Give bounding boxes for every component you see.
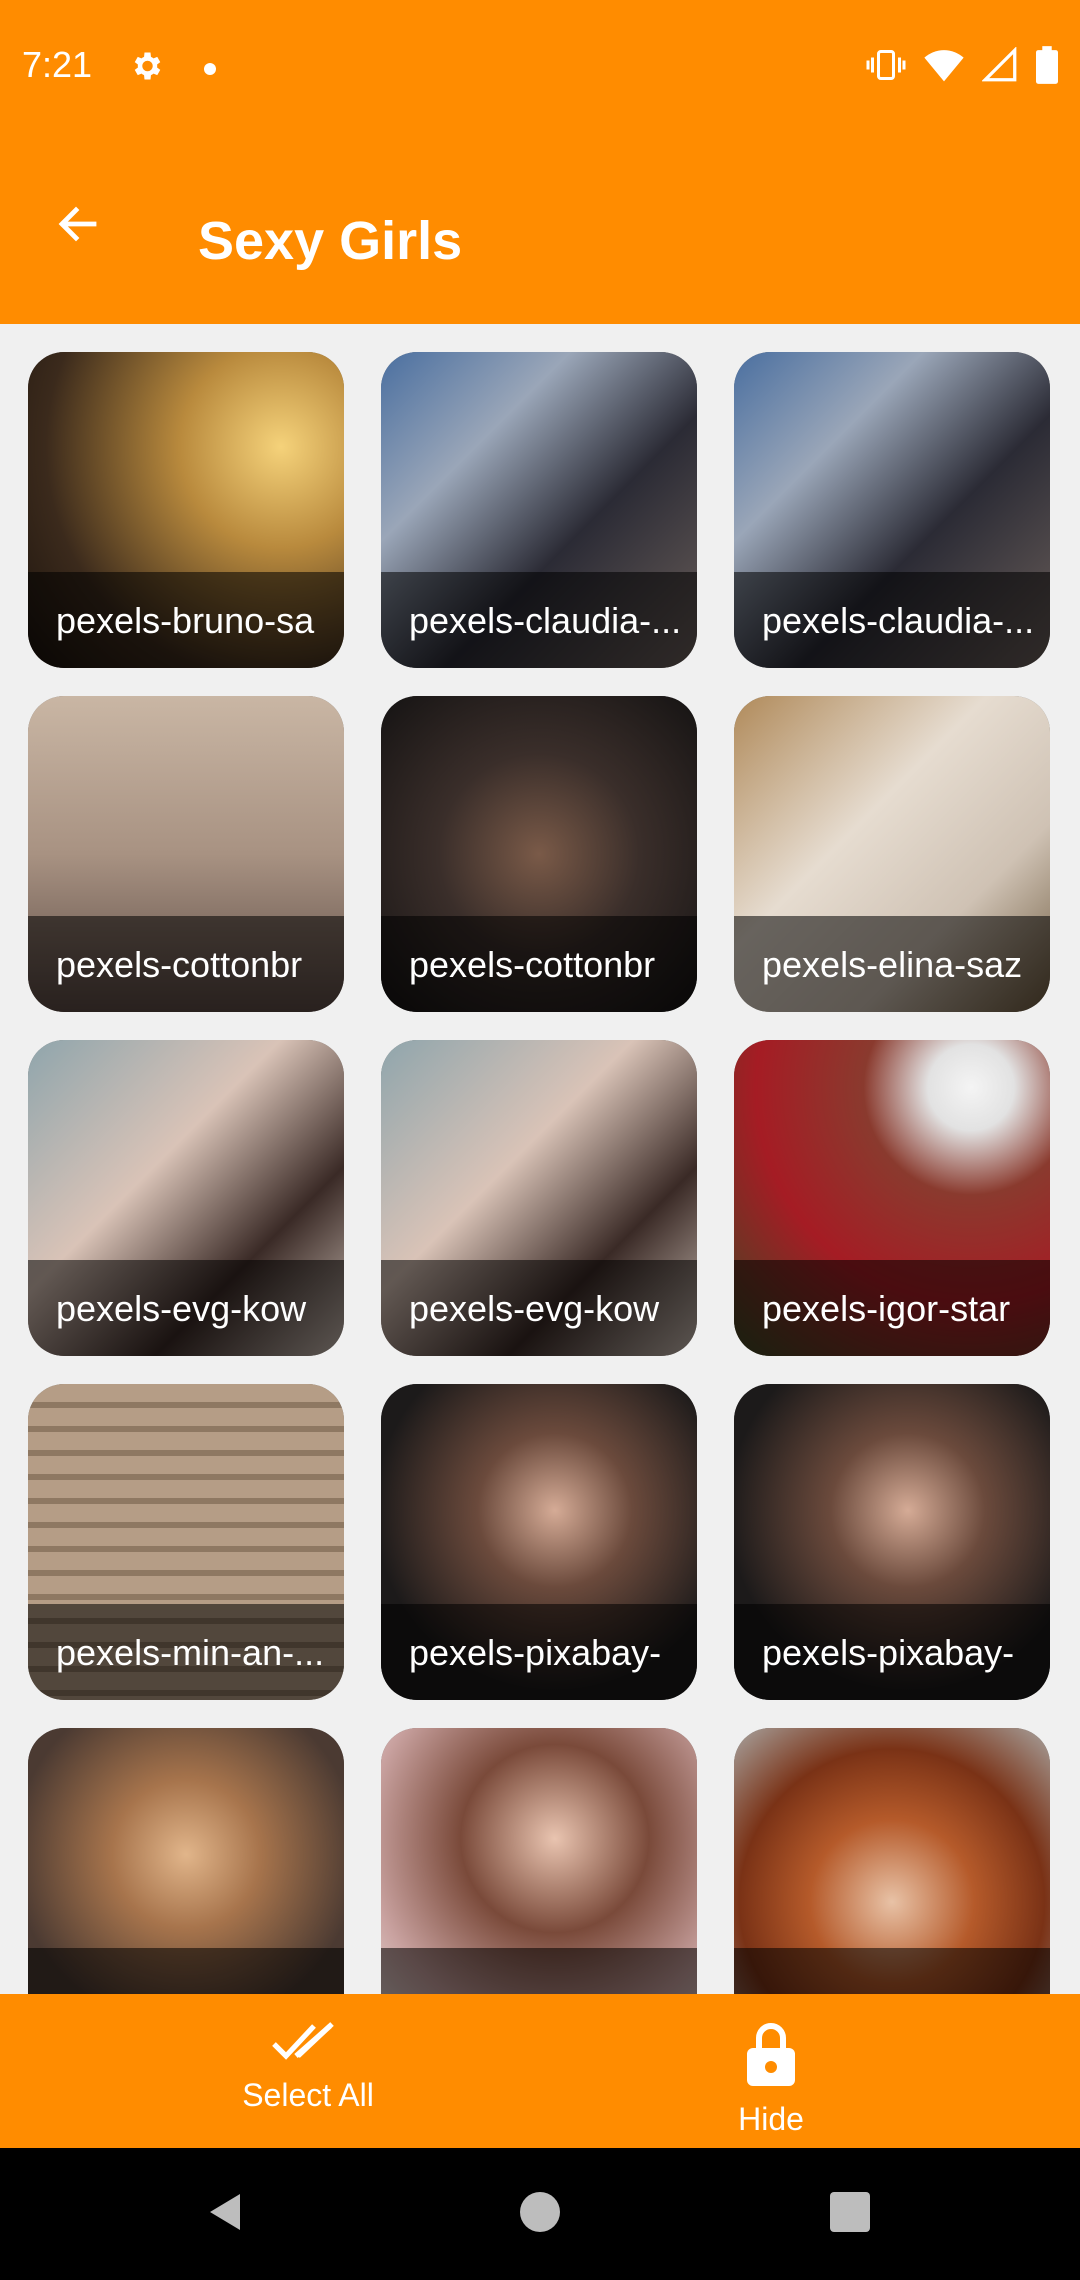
back-button[interactable] <box>48 196 108 256</box>
settings-gear-icon <box>128 48 164 89</box>
lock-icon <box>743 2020 799 2093</box>
gallery-item-label: pexels-igor-star <box>762 1288 1011 1329</box>
system-navigation-bar <box>0 2148 1080 2280</box>
hide-button[interactable]: Hide <box>651 2020 891 2138</box>
select-all-button[interactable]: Select All <box>188 2020 428 2114</box>
gallery-item-label: pexels-claudia-... <box>409 600 682 641</box>
gallery-item[interactable]: pexels-elina-saz <box>734 696 1050 1012</box>
double-check-icon <box>272 2020 344 2069</box>
gallery-item[interactable]: pexels-igor-star <box>734 1040 1050 1356</box>
gallery-item[interactable]: pexels-cottonbr <box>381 696 697 1012</box>
arrow-left-icon <box>54 200 102 253</box>
status-time: 7:21 <box>22 44 93 85</box>
square-recents-icon <box>828 2190 872 2239</box>
hide-label: Hide <box>738 2101 804 2137</box>
gallery-item[interactable]: pexels-evg-kow <box>28 1040 344 1356</box>
gallery-item[interactable] <box>734 1728 1050 1994</box>
gallery-item-label: pexels-evg-kow <box>56 1288 307 1329</box>
gallery-item-label: pexels-claudia-... <box>762 600 1035 641</box>
nav-back-button[interactable] <box>196 2184 256 2244</box>
nav-recents-button[interactable] <box>820 2184 880 2244</box>
page-title: Sexy Girls <box>198 211 463 271</box>
gallery-item-label: pexels-pixabay- <box>409 1632 662 1673</box>
notification-dot-icon <box>204 62 216 75</box>
gallery-item[interactable]: pexels-evg-kow <box>381 1040 697 1356</box>
battery-icon <box>1036 46 1058 89</box>
gallery-item-label: pexels-pixabay- <box>762 1632 1015 1673</box>
vibrate-icon <box>866 47 906 88</box>
gallery-item-label: pexels-min-an-... <box>56 1632 325 1673</box>
status-bar: 7:21 <box>0 0 1080 136</box>
signal-icon <box>981 46 1018 88</box>
nav-home-button[interactable] <box>510 2184 570 2244</box>
wifi-icon <box>924 47 964 88</box>
gallery-item-label: pexels-elina-saz <box>762 944 1023 985</box>
gallery-item[interactable]: pexels-bruno-sa <box>28 352 344 668</box>
gallery-item[interactable] <box>381 1728 697 1994</box>
gallery-item-label: pexels-cottonbr <box>409 944 656 985</box>
gallery-item-label: pexels-evg-kow <box>409 1288 660 1329</box>
circle-home-icon <box>518 2190 562 2239</box>
gallery-item[interactable]: pexels-claudia-... <box>381 352 697 668</box>
select-all-label: Select All <box>242 2077 374 2113</box>
image-grid[interactable]: pexels-bruno-sa pexels-claudia-... pexel… <box>0 324 1080 1994</box>
gallery-item[interactable]: pexels-pixabay- <box>381 1384 697 1700</box>
gallery-item-label: pexels-cottonbr <box>56 944 303 985</box>
gallery-item[interactable]: pexels-cottonbr <box>28 696 344 1012</box>
triangle-back-icon <box>204 2190 248 2239</box>
app-bar: Sexy Girls <box>0 136 1080 324</box>
gallery-item[interactable]: pexels-min-an-... <box>28 1384 344 1700</box>
gallery-item[interactable]: pexels-claudia-... <box>734 352 1050 668</box>
gallery-item-label: pexels-bruno-sa <box>56 600 315 641</box>
bottom-action-bar: Select All Hide <box>0 1994 1080 2148</box>
gallery-item[interactable] <box>28 1728 344 1994</box>
gallery-item[interactable]: pexels-pixabay- <box>734 1384 1050 1700</box>
